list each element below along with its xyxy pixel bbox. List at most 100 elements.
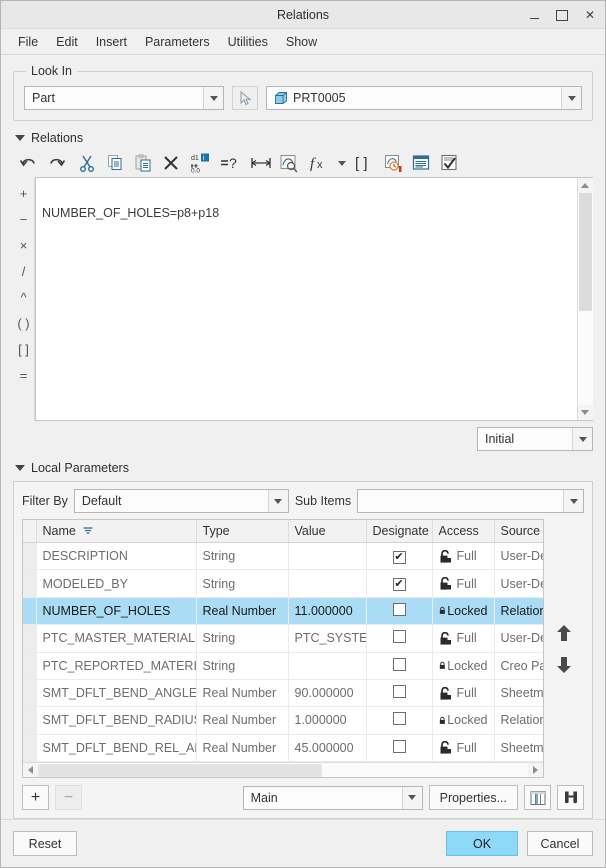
cell-access[interactable]: Locked [432,706,495,735]
functions-dropdown-arrow[interactable] [335,150,348,176]
designate-checkbox[interactable] [392,602,406,616]
table-row[interactable]: SMT_DFLT_BEND_REL_ANGLEReal Number45.000… [23,734,543,763]
cell-access[interactable]: Full [432,569,495,598]
column-header-name[interactable]: Name [36,520,197,543]
close-icon[interactable]: ✕ [581,6,599,24]
scroll-left-icon[interactable] [23,762,38,777]
cell-value[interactable]: 11.000000 [288,597,367,626]
scroll-right-icon[interactable] [528,762,543,777]
menu-item-file[interactable]: File [9,32,47,52]
look-in-object-combo[interactable]: PRT0005 [266,86,582,110]
copy-button[interactable] [102,150,128,176]
relations-from-model-button[interactable] [276,150,302,176]
cell-designate[interactable] [366,679,433,708]
designate-checkbox[interactable] [392,739,406,753]
ok-button[interactable]: OK [446,831,518,856]
table-row[interactable]: DESCRIPTIONString ✔ Full User-Defin [23,542,543,571]
cell-type[interactable]: String [196,652,289,680]
cell-designate[interactable]: ✔ [366,569,433,598]
undo-button[interactable] [15,150,41,176]
cell-type[interactable]: String [196,542,289,571]
cell-value[interactable] [288,542,367,571]
operator-brackets[interactable]: [ ] [14,336,34,362]
scroll-down-icon[interactable] [577,405,593,420]
properties-button[interactable]: Properties... [428,785,518,810]
parameters-list-button[interactable] [409,150,435,176]
cell-value[interactable]: PTC_SYSTEM [288,624,367,653]
cell-source[interactable]: Relation [494,597,543,626]
cell-type[interactable]: Real Number [196,597,289,626]
cell-access[interactable]: Full [432,679,495,708]
cut-button[interactable] [74,150,100,176]
cell-name[interactable]: MODELED_BY [36,569,197,598]
scroll-up-icon[interactable] [577,178,593,193]
cell-access[interactable]: Full [432,542,495,571]
cell-access[interactable]: Full [432,624,495,653]
column-header-designate[interactable]: Designate [366,520,433,543]
remove-parameter-button[interactable]: − [55,785,82,810]
table-hscroll-thumb[interactable] [38,763,323,777]
operator-divide[interactable]: / [14,258,34,284]
cell-value[interactable]: 1.000000 [288,706,367,735]
cell-type[interactable]: Real Number [196,706,289,735]
functions-button[interactable]: f x [307,150,333,176]
relations-text-editor[interactable]: NUMBER_OF_HOLES=p8+p18 [35,177,593,421]
reset-button[interactable]: Reset [13,831,77,856]
cell-access[interactable]: Locked [432,652,495,680]
operator-minus[interactable]: − [14,206,34,232]
maximize-icon[interactable] [553,6,571,24]
select-object-button[interactable] [232,86,258,110]
column-header-type[interactable]: Type [196,520,289,543]
table-row[interactable]: PTC_MASTER_MATERIALStringPTC_SYSTEM Full U… [23,624,543,653]
cell-source[interactable]: Creo Param [494,652,543,680]
relation-state-combo[interactable]: Initial [477,427,593,451]
table-row[interactable]: NUMBER_OF_HOLES Real Number 11.000000 Locke… [23,597,543,626]
operator-power[interactable]: ^ [14,284,34,310]
cell-access[interactable]: Locked [432,597,495,626]
operator-plus[interactable]: + [14,180,34,206]
redo-button[interactable] [43,150,69,176]
menu-item-edit[interactable]: Edit [47,32,87,52]
cell-designate[interactable] [366,652,433,680]
menu-item-utilities[interactable]: Utilities [219,32,277,52]
cell-value[interactable] [288,569,367,598]
row-grip[interactable] [23,706,37,735]
cell-name[interactable]: NUMBER_OF_HOLES [36,597,197,626]
row-grip[interactable] [23,679,37,708]
cell-source[interactable]: Sheetmeta [494,734,543,763]
table-hscroll-track[interactable] [38,762,528,777]
cell-designate[interactable]: ✔ [366,542,433,571]
minimize-icon[interactable] [525,6,543,24]
cell-access[interactable]: Full [432,734,495,763]
move-row-up-button[interactable] [553,622,575,644]
collapse-triangle-icon[interactable] [15,465,25,471]
table-row[interactable]: SMT_DFLT_BEND_RADIUS Real Number 1.000000 L… [23,706,543,735]
row-grip[interactable] [23,652,37,680]
sub-items-combo[interactable] [357,489,584,513]
designate-checkbox[interactable] [392,685,406,699]
chevron-down-icon[interactable] [572,428,592,450]
cell-type[interactable]: Real Number [196,679,289,708]
operator-multiply[interactable]: × [14,232,34,258]
designate-checkbox[interactable]: ✔ [392,550,406,564]
designate-checkbox[interactable] [392,657,406,671]
chevron-down-icon[interactable] [203,87,223,109]
column-header-value[interactable]: Value [288,520,367,543]
operator-parentheses[interactable]: ( ) [14,310,34,336]
editor-scroll-track[interactable] [577,193,593,405]
units-brackets-button[interactable]: [ ] [350,150,376,176]
relations-section-header[interactable]: Relations [15,131,593,145]
cell-name[interactable]: SMT_DFLT_BEND_REL_ANGLE [36,734,197,763]
column-header-source[interactable]: Source [494,520,543,543]
filter-icon[interactable] [83,527,93,535]
cell-type[interactable]: Real Number [196,734,289,763]
add-parameter-button[interactable]: + [22,785,49,810]
menu-item-insert[interactable]: Insert [87,32,136,52]
cell-designate[interactable] [366,624,433,653]
chevron-down-icon[interactable] [561,87,581,109]
cell-name[interactable]: PTC_MASTER_MATERIAL [36,624,197,653]
cell-name[interactable]: PTC_REPORTED_MATERIAL [36,652,197,680]
cell-designate[interactable] [366,734,433,763]
row-grip[interactable] [23,624,37,653]
cell-value[interactable]: 45.000000 [288,734,367,763]
